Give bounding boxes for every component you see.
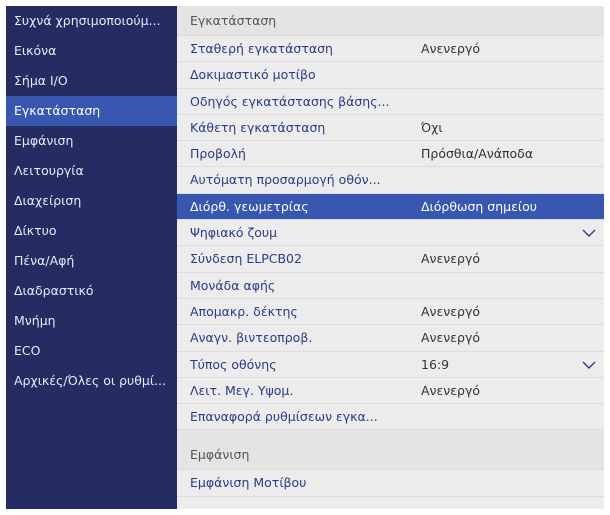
section-title: Εμφάνιση xyxy=(190,447,250,463)
setting-row-auto-screen-fit[interactable]: Αυτόματη προσαρμογή οθόν... xyxy=(177,167,604,194)
section-divider xyxy=(177,430,604,441)
setting-label: Τύπος οθόνης xyxy=(190,356,277,372)
section-header-display: Εμφάνιση xyxy=(177,440,604,471)
setting-value: Ανενεργό xyxy=(421,330,481,346)
setting-label: Απομακρ. δέκτης xyxy=(190,303,298,319)
section-header-installation: Εγκατάσταση xyxy=(177,6,604,36)
setting-value: Ανενεργό xyxy=(421,382,481,398)
setting-row-reset-installation[interactable]: Επαναφορά ρυθμίσεων εγκα... xyxy=(177,404,604,431)
sidebar-item-frequently-used[interactable]: Συχνά χρησιμοποιούμ... xyxy=(6,6,177,36)
section-title: Εγκατάσταση xyxy=(190,13,277,28)
sidebar: Συχνά χρησιμοποιούμ... Εικόνα Σήμα I/O Ε… xyxy=(6,6,177,509)
setting-row-high-altitude-mode[interactable]: Λειτ. Μεγ. Υψομ. Ανενεργό xyxy=(177,378,604,405)
setting-value: Διόρθωση σημείου xyxy=(421,198,537,214)
setting-row-projector-id[interactable]: Αναγν. βιντεοπροβ. Ανενεργό xyxy=(177,325,604,352)
setting-row-fixed-installation[interactable]: Σταθερή εγκατάσταση Ανενεργό xyxy=(177,36,604,63)
sidebar-item-installation[interactable]: Εγκατάσταση xyxy=(6,96,177,126)
setting-label: Αναγν. βιντεοπροβ. xyxy=(190,330,313,346)
setting-row-elpcb02-link[interactable]: Σύνδεση ELPCB02 Ανενεργό xyxy=(177,246,604,273)
setting-value: Πρόσθια/Ανάποδα xyxy=(421,146,534,162)
settings-panel: Εγκατάσταση Σταθερή εγκατάσταση Ανενεργό… xyxy=(177,6,604,509)
setting-label: Σταθερή εγκατάσταση xyxy=(190,41,333,56)
sidebar-item-memory[interactable]: Μνήμη xyxy=(6,306,177,336)
setting-row-test-pattern[interactable]: Δοκιμαστικό μοτίβο xyxy=(177,62,604,89)
setting-label: Διόρθ. γεωμετρίας xyxy=(190,198,309,214)
setting-label: Σύνδεση ELPCB02 xyxy=(190,251,302,267)
sidebar-item-eco[interactable]: ECO xyxy=(6,336,177,366)
setting-value: 16:9 xyxy=(421,356,450,372)
setting-label: Επαναφορά ρυθμίσεων εγκα... xyxy=(190,409,378,425)
setting-label: Εμφάνιση Μοτίβου xyxy=(190,475,307,491)
setting-row-remote-receiver[interactable]: Απομακρ. δέκτης Ανενεργό xyxy=(177,299,604,326)
setting-label: Οδηγός εγκατάστασης βάσης... xyxy=(190,93,390,109)
sidebar-item-network[interactable]: Δίκτυο xyxy=(6,216,177,246)
sidebar-item-initial-all-settings[interactable]: Αρχικές/Όλες οι ρυθμί... xyxy=(6,366,177,396)
setting-label: Κάθετη εγκατάσταση xyxy=(190,119,326,135)
setting-row-mount-wizard[interactable]: Οδηγός εγκατάστασης βάσης... xyxy=(177,89,604,115)
setting-row-vertical-installation[interactable]: Κάθετη εγκατάσταση Όχι xyxy=(177,115,604,142)
setting-row-show-pattern[interactable]: Εμφάνιση Μοτίβου xyxy=(177,470,604,497)
sidebar-item-signal-io[interactable]: Σήμα I/O xyxy=(6,66,177,96)
setting-label: Προβολή xyxy=(190,146,246,162)
setting-label: Αυτόματη προσαρμογή οθόν... xyxy=(190,172,381,188)
setting-label: Ψηφιακό ζουμ xyxy=(190,225,278,241)
setting-row-projection[interactable]: Προβολή Πρόσθια/Ανάποδα xyxy=(177,141,604,168)
setting-row-geometry-correction[interactable]: Διόρθ. γεωμετρίας Διόρθωση σημείου xyxy=(177,193,604,221)
setting-value: Ανενεργό xyxy=(421,41,481,56)
sidebar-item-image[interactable]: Εικόνα xyxy=(6,36,177,66)
setting-label: Δοκιμαστικό μοτίβο xyxy=(190,67,316,83)
sidebar-item-management[interactable]: Διαχείριση xyxy=(6,186,177,216)
projector-menu: Συχνά χρησιμοποιούμ... Εικόνα Σήμα I/O Ε… xyxy=(6,6,604,509)
setting-row-screen-type[interactable]: Τύπος οθόνης 16:9 xyxy=(177,352,604,378)
sidebar-item-pen-touch[interactable]: Πένα/Αφή xyxy=(6,246,177,276)
setting-label: Μονάδα αφής xyxy=(190,277,276,293)
setting-label: Λειτ. Μεγ. Υψομ. xyxy=(190,382,294,398)
setting-value: Ανενεργό xyxy=(421,251,481,267)
sidebar-item-interactive[interactable]: Διαδραστικό xyxy=(6,276,177,306)
setting-row-digital-zoom[interactable]: Ψηφιακό ζουμ xyxy=(177,220,604,247)
setting-row-touch-unit[interactable]: Μονάδα αφής xyxy=(177,273,604,299)
sidebar-item-operation[interactable]: Λειτουργία xyxy=(6,156,177,186)
setting-value: Ανενεργό xyxy=(421,303,481,319)
sidebar-item-display[interactable]: Εμφάνιση xyxy=(6,126,177,156)
setting-value: Όχι xyxy=(421,119,443,135)
